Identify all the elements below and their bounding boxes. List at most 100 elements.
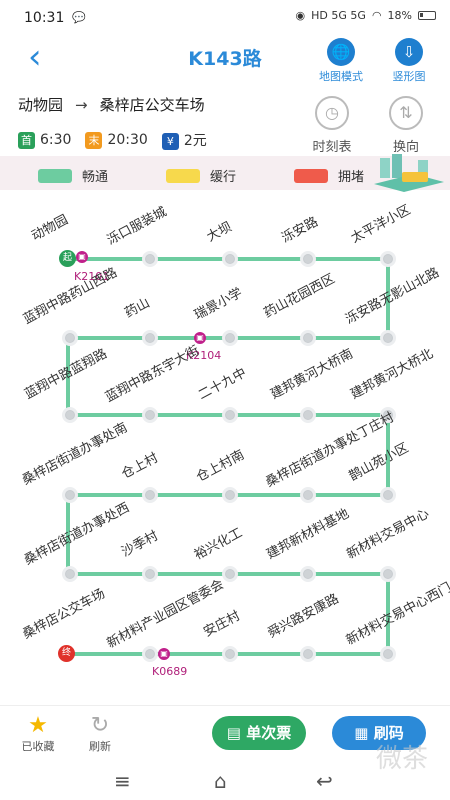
station-name[interactable]: 建邦黄河大桥北 xyxy=(348,346,435,402)
refresh-icon: ↻ xyxy=(90,713,110,738)
favorite-button[interactable]: ★ 已收藏 xyxy=(16,714,60,754)
refresh-button[interactable]: ↻ 刷新 xyxy=(78,714,122,754)
smooth-label: 畅通 xyxy=(82,170,109,185)
route-map: 动物园 泺口服装城 大坝 泺安路 太平洋小区 起 ▣ K2101 蓝翔中路药山西… xyxy=(0,196,450,696)
station-name[interactable]: 桑梓店街道办事处丁庄村 xyxy=(263,410,396,490)
station-dot[interactable] xyxy=(300,407,316,423)
station-dot[interactable] xyxy=(142,646,158,662)
back-nav-icon[interactable]: ↩ xyxy=(316,769,333,793)
first-bus-time: 6:30 xyxy=(40,131,72,148)
station-name[interactable]: 舜兴路安康路 xyxy=(266,591,342,641)
station-dot[interactable] xyxy=(300,646,316,662)
station-dot[interactable] xyxy=(300,487,316,503)
slow-swatch xyxy=(166,168,200,183)
station-name[interactable]: 新材料交易中心 xyxy=(344,506,431,562)
station-dot[interactable] xyxy=(222,330,238,346)
reverse-button[interactable]: ⇅ 换向 xyxy=(376,96,436,155)
station-name[interactable]: 太平洋小区 xyxy=(349,202,413,246)
station-dot[interactable] xyxy=(380,566,396,582)
battery-level: 18% xyxy=(387,9,412,22)
station-dot[interactable] xyxy=(380,487,396,503)
station-name[interactable]: 桑梓店街道办事处南 xyxy=(20,420,130,488)
station-dot[interactable] xyxy=(62,407,78,423)
station-dot[interactable] xyxy=(300,330,316,346)
vertical-view-button[interactable]: ⇩ 竖形图 xyxy=(374,38,444,84)
station-dot[interactable] xyxy=(380,646,396,662)
station-dot[interactable] xyxy=(380,251,396,267)
ticket-icon: ▤ xyxy=(226,724,247,742)
menu-icon[interactable]: ≡ xyxy=(114,769,131,793)
fare-value: 2元 xyxy=(183,133,207,149)
station-name[interactable]: 动物园 xyxy=(29,213,70,245)
route-endpoints: 动物园 → 桑梓店公交车场 xyxy=(18,94,318,115)
station-dot[interactable] xyxy=(380,330,396,346)
station-name[interactable]: 裕兴化工 xyxy=(192,526,245,564)
station-name[interactable]: 鹊山苑小区 xyxy=(347,440,411,484)
bus-icon[interactable]: ▣ xyxy=(158,648,170,660)
wifi-icon: ◠ xyxy=(371,9,382,22)
station-name[interactable]: 建邦黄河大桥南 xyxy=(268,346,355,402)
single-ticket-button[interactable]: ▤ 单次票 xyxy=(212,716,306,750)
station-name[interactable]: 桑梓店街道办事处西 xyxy=(22,500,132,568)
station-dot[interactable] xyxy=(142,251,158,267)
slow-label: 缓行 xyxy=(210,170,237,185)
home-icon[interactable]: ⌂ xyxy=(214,769,227,793)
station-dot[interactable] xyxy=(222,407,238,423)
station-name[interactable]: 新材料交易中心西门 xyxy=(344,580,450,648)
vertical-view-label: 竖形图 xyxy=(392,70,426,83)
globe-icon: 🌐 xyxy=(327,38,355,66)
bus-icon[interactable]: ▣ xyxy=(194,332,206,344)
station-name[interactable]: 药山花园西区 xyxy=(262,271,338,321)
station-name[interactable]: 仓上村南 xyxy=(194,448,247,486)
reverse-label: 换向 xyxy=(392,140,419,155)
station-dot[interactable] xyxy=(142,566,158,582)
station-name[interactable]: 新材料产业园区管委会 xyxy=(105,577,227,651)
station-dot[interactable] xyxy=(62,566,78,582)
station-name[interactable]: 二十九中 xyxy=(196,366,249,404)
station-name[interactable]: 药山 xyxy=(122,296,152,321)
bus-icon[interactable]: ▣ xyxy=(76,251,88,263)
station-dot[interactable] xyxy=(142,407,158,423)
station-dot[interactable] xyxy=(62,330,78,346)
map-mode-button[interactable]: 🌐 地图模式 xyxy=(306,38,376,84)
station-name[interactable]: 蓝翔中路东宇大街 xyxy=(103,343,202,405)
station-dot[interactable] xyxy=(222,487,238,503)
station-name[interactable]: 泺安路无影山北路 xyxy=(343,265,442,327)
station-name[interactable]: 大坝 xyxy=(204,220,234,245)
last-bus-tag: 末 xyxy=(85,131,103,149)
status-time: 10:31 xyxy=(24,10,65,26)
station-name[interactable]: 沙季村 xyxy=(119,529,160,561)
station-dot[interactable] xyxy=(300,566,316,582)
station-name[interactable]: 仓上村 xyxy=(119,451,160,483)
bus-illustration-icon xyxy=(374,154,444,192)
location-icon: ◉ xyxy=(295,9,306,22)
refresh-label: 刷新 xyxy=(89,740,111,753)
route-info: 首 6:30 末 20:30 ¥2元 xyxy=(18,130,207,150)
smooth-swatch xyxy=(38,168,72,183)
station-dot[interactable] xyxy=(222,566,238,582)
bus-plate[interactable]: K0689 xyxy=(152,665,187,678)
station-dot[interactable] xyxy=(142,330,158,346)
jam-swatch xyxy=(294,168,328,183)
swap-icon: ⇅ xyxy=(389,96,423,130)
route-origin: 动物园 xyxy=(18,96,64,114)
station-name[interactable]: 瑞景小学 xyxy=(192,286,245,324)
station-dot[interactable] xyxy=(62,487,78,503)
timetable-button[interactable]: ◷ 时刻表 xyxy=(302,96,362,155)
station-dot[interactable] xyxy=(142,487,158,503)
station-name[interactable]: 桑梓店公交车场 xyxy=(20,586,107,642)
route-destination: 桑梓店公交车场 xyxy=(99,96,205,114)
station-name[interactable]: 蓝翔中路药山西路 xyxy=(21,265,120,327)
star-icon: ★ xyxy=(28,713,48,738)
station-dot[interactable] xyxy=(222,646,238,662)
station-name[interactable]: 泺口服装城 xyxy=(105,204,169,248)
station-dot[interactable] xyxy=(222,251,238,267)
favorite-label: 已收藏 xyxy=(21,740,55,753)
station-name[interactable]: 建邦新材料基地 xyxy=(264,506,351,562)
station-name[interactable]: 泺安路 xyxy=(279,215,320,247)
header: ‹ K143路 🌐 地图模式 ⇩ 竖形图 xyxy=(0,38,450,86)
route-arrow: → xyxy=(75,96,88,114)
single-ticket-label: 单次票 xyxy=(246,724,292,742)
station-name[interactable]: 安庄村 xyxy=(201,609,242,641)
station-dot[interactable] xyxy=(300,251,316,267)
